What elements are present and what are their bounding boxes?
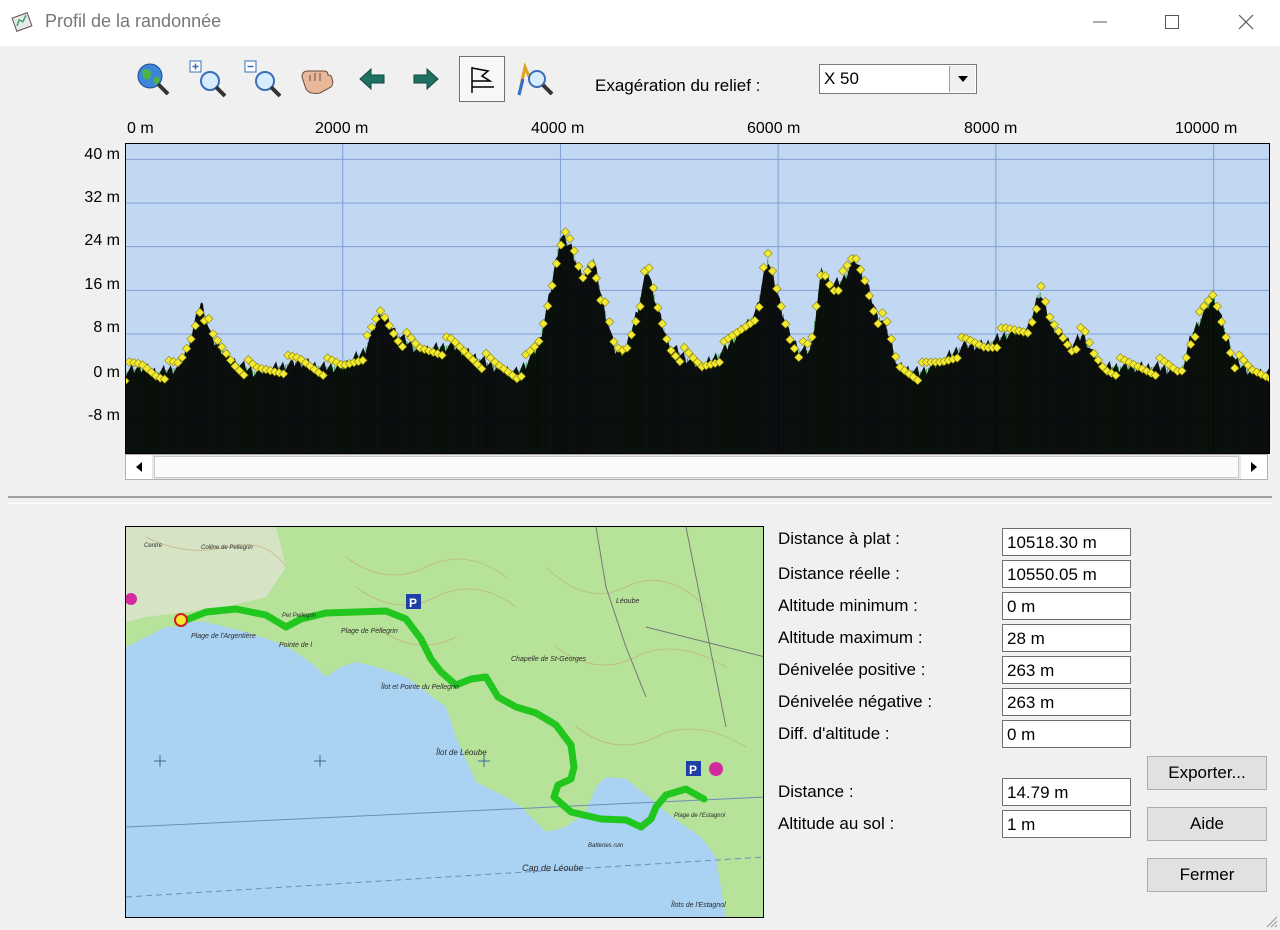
title-bar: Profil de la randonnée: [0, 0, 1280, 46]
map-label: Batteries ruin: [588, 843, 624, 849]
minimize-icon: [1093, 21, 1107, 23]
stat-label-max-altitude: Altitude maximum :: [778, 628, 923, 647]
cursor-distance-value: 14.79 m: [1002, 778, 1131, 806]
stat-value-negative-elevation: 263 m: [1002, 688, 1131, 716]
y-tick-label: 16 m: [84, 276, 120, 293]
close-button[interactable]: [1215, 0, 1277, 44]
map-label: Pet Pellegrin: [282, 613, 317, 619]
help-button[interactable]: Aide: [1147, 807, 1267, 841]
maximize-button[interactable]: [1141, 0, 1203, 44]
globe-zoom-button[interactable]: [132, 58, 174, 100]
zoom-in-icon: [189, 60, 227, 98]
y-tick-label: 0 m: [93, 364, 120, 381]
flag-button[interactable]: [459, 56, 505, 102]
stat-value-altitude-diff: 0 m: [1002, 720, 1131, 748]
x-tick-label: 2000 m: [315, 120, 369, 137]
exaggeration-label: Exagération du relief :: [595, 76, 761, 95]
stat-value-flat-distance: 10518.30 m: [1002, 528, 1131, 556]
cursor-distance-label: Distance :: [778, 782, 854, 801]
map-label: Cap de Léoube: [522, 863, 584, 873]
map-label: Îlot de Léoube: [436, 748, 487, 757]
route-map[interactable]: P P Plage de l'Argentière Pointe de l Pl…: [125, 526, 764, 918]
x-tick-label: 8000 m: [964, 120, 1018, 137]
zoom-out-button[interactable]: [242, 58, 284, 100]
scroll-thumb[interactable]: [154, 456, 1239, 478]
y-tick-label: -8 m: [88, 407, 120, 424]
maximize-icon: [1165, 15, 1179, 29]
previous-button[interactable]: [351, 58, 393, 100]
arrow-right-icon: [413, 67, 439, 91]
stat-value-max-altitude: 28 m: [1002, 624, 1131, 652]
arrow-left-icon: [359, 67, 385, 91]
svg-text:P: P: [409, 596, 417, 610]
x-tick-label: 10000 m: [1175, 120, 1238, 137]
dropdown-button[interactable]: [949, 66, 975, 92]
map-label: Plage de Pellegrin: [341, 628, 398, 635]
map-label: Plage de l'Argentière: [191, 633, 256, 640]
x-tick-label: 0 m: [127, 120, 154, 137]
poi-marker: [709, 762, 723, 776]
stat-label-positive-elevation: Dénivelée positive :: [778, 660, 926, 679]
zoom-out-icon: [244, 60, 282, 98]
parking-marker: P: [406, 594, 421, 610]
x-tick-label: 4000 m: [531, 120, 585, 137]
window-title: Profil de la randonnée: [45, 11, 222, 31]
pan-hand-icon: [301, 70, 334, 94]
triangle-right-icon: [1251, 462, 1257, 472]
y-tick-label: 8 m: [93, 319, 120, 336]
minimize-button[interactable]: [1069, 0, 1131, 44]
stat-label-real-distance: Distance réelle :: [778, 564, 900, 583]
triangle-left-icon: [136, 462, 142, 472]
y-tick-label: 32 m: [84, 189, 120, 206]
stat-value-min-altitude: 0 m: [1002, 592, 1131, 620]
stat-label-altitude-diff: Diff. d'altitude :: [778, 724, 890, 743]
route-zoom-button[interactable]: [514, 58, 556, 100]
svg-text:P: P: [689, 763, 697, 777]
map-canvas: P P Plage de l'Argentière Pointe de l Pl…: [126, 527, 763, 917]
stat-value-real-distance: 10550.05 m: [1002, 560, 1131, 588]
stat-label-min-altitude: Altitude minimum :: [778, 596, 918, 615]
map-label: Chapelle de St-Georges: [511, 656, 587, 663]
elevation-profile-chart[interactable]: [125, 143, 1270, 454]
close-dialog-button[interactable]: Fermer: [1147, 858, 1267, 892]
profile-scrollbar[interactable]: [125, 454, 1268, 480]
scroll-left-button[interactable]: [126, 455, 152, 479]
next-button[interactable]: [405, 58, 447, 100]
y-tick-label: 40 m: [84, 146, 120, 163]
flag-icon: [471, 67, 494, 93]
close-icon: [1238, 14, 1254, 30]
map-label: Centre: [144, 543, 163, 549]
zoom-in-button[interactable]: [187, 58, 229, 100]
map-label: Léoube: [616, 598, 639, 605]
x-tick-label: 6000 m: [747, 120, 801, 137]
stat-label-negative-elevation: Dénivelée négative :: [778, 692, 933, 711]
splitter[interactable]: [8, 496, 1272, 498]
y-tick-label: 24 m: [84, 232, 120, 249]
resize-grip-icon[interactable]: [1264, 914, 1278, 928]
route-zoom-icon: [517, 62, 554, 96]
export-button[interactable]: Exporter...: [1147, 756, 1267, 790]
map-label: Plage de l'Estagnol: [674, 813, 726, 819]
stat-label-flat-distance: Distance à plat :: [778, 529, 900, 548]
map-label: Colline de Pellegrin: [201, 545, 253, 551]
start-marker: [174, 613, 188, 627]
cursor-altitude-label: Altitude au sol :: [778, 814, 895, 833]
cursor-altitude-value: 1 m: [1002, 810, 1131, 838]
map-label: Îlot et Pointe du Pellegrin: [381, 682, 459, 691]
map-label: Îlots de l'Estagnol: [671, 900, 726, 909]
exaggeration-select[interactable]: X 50: [819, 64, 977, 94]
map-label: Pointe de l: [279, 642, 313, 649]
scroll-right-button[interactable]: [1241, 455, 1267, 479]
splitter-highlight: [8, 503, 1272, 504]
stat-value-positive-elevation: 263 m: [1002, 656, 1131, 684]
parking-marker: P: [686, 761, 701, 777]
app-icon: [11, 12, 33, 32]
globe-zoom-icon: [137, 63, 170, 96]
pan-hand-button[interactable]: [297, 58, 339, 100]
chevron-down-icon: [957, 76, 968, 82]
exaggeration-value: X 50: [824, 69, 859, 88]
